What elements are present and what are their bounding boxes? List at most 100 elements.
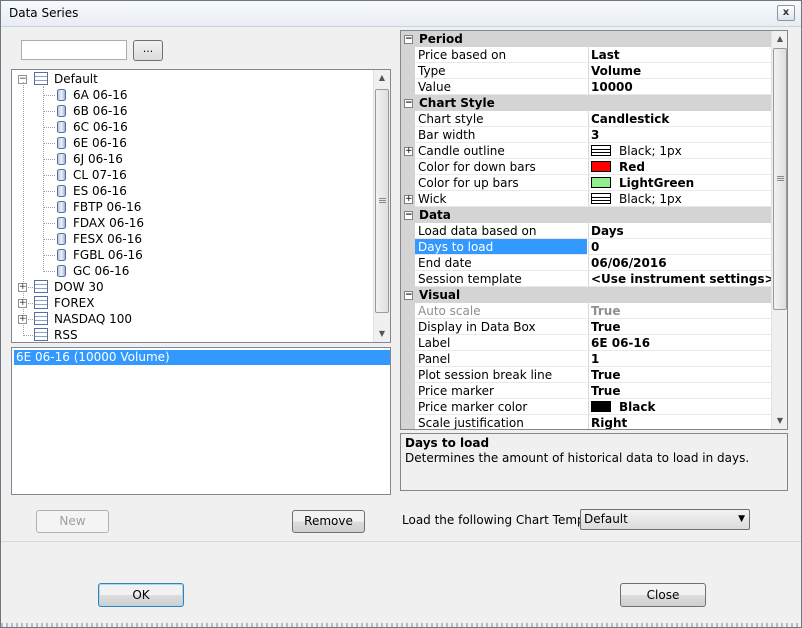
property-value[interactable]: Right — [588, 415, 771, 429]
property-row[interactable]: Scale justification Right — [401, 415, 771, 429]
tree-node-instrument[interactable]: FDAX 06-16 — [12, 215, 372, 231]
new-button[interactable]: New — [36, 510, 109, 533]
property-value[interactable]: Black — [588, 399, 771, 415]
property-value[interactable]: True — [588, 303, 771, 319]
tree-node-group[interactable]: + DOW 30 — [12, 279, 372, 295]
property-row[interactable]: Type Volume — [401, 63, 771, 79]
property-value[interactable]: Red — [588, 159, 771, 175]
instrument-search-input[interactable] — [21, 40, 127, 60]
property-value[interactable]: 1 — [588, 351, 771, 367]
property-value[interactable]: Days — [588, 223, 771, 239]
property-name[interactable]: Panel — [415, 351, 587, 367]
expand-icon[interactable]: + — [18, 283, 27, 292]
tree-scroll-thumb[interactable] — [375, 89, 389, 313]
property-row[interactable]: Label 6E 06-16 — [401, 335, 771, 351]
tree-node-default[interactable]: − Default — [12, 71, 372, 87]
property-row[interactable]: + Wick Black; 1px — [401, 191, 771, 207]
tree-node-instrument[interactable]: 6E 06-16 — [12, 135, 372, 151]
tree-node-instrument[interactable]: GC 06-16 — [12, 263, 372, 279]
scroll-down-arrow-icon[interactable]: ▼ — [374, 326, 390, 342]
collapse-icon[interactable]: − — [404, 291, 413, 300]
tree-node-group[interactable]: + FOREX — [12, 295, 372, 311]
property-grid[interactable]: − Period Price based on Last Type Volume Value… — [400, 30, 788, 430]
property-value[interactable]: True — [588, 319, 771, 335]
property-value[interactable]: Last — [588, 47, 771, 63]
property-row[interactable]: Bar width 3 — [401, 127, 771, 143]
property-name[interactable]: Price marker color — [415, 399, 587, 415]
property-row[interactable]: Chart style Candlestick — [401, 111, 771, 127]
title-bar[interactable]: Data Series x — [1, 1, 801, 27]
browse-instruments-button[interactable]: ... — [133, 40, 163, 61]
property-name[interactable]: Display in Data Box — [415, 319, 587, 335]
collapse-icon[interactable]: − — [404, 99, 413, 108]
remove-button[interactable]: Remove — [292, 510, 365, 533]
resize-grip[interactable] — [1, 623, 801, 627]
property-value[interactable]: 06/06/2016 — [588, 255, 771, 271]
property-name[interactable]: Color for up bars — [415, 175, 587, 191]
tree-scrollbar[interactable]: ▲ ▼ — [373, 70, 390, 342]
property-row[interactable]: Price based on Last — [401, 47, 771, 63]
scroll-up-arrow-icon[interactable]: ▲ — [374, 70, 390, 86]
property-row[interactable]: Panel 1 — [401, 351, 771, 367]
property-row[interactable]: Days to load 0 — [401, 239, 771, 255]
property-name[interactable]: Label — [415, 335, 587, 351]
property-name[interactable]: Price marker — [415, 383, 587, 399]
scroll-down-arrow-icon[interactable]: ▼ — [772, 413, 787, 429]
ok-button[interactable]: OK — [98, 583, 184, 607]
property-row[interactable]: Load data based on Days — [401, 223, 771, 239]
tree-node-instrument[interactable]: 6J 06-16 — [12, 151, 372, 167]
property-value[interactable]: True — [588, 383, 771, 399]
property-name[interactable]: Auto scale — [415, 303, 587, 319]
property-name[interactable]: Wick — [415, 191, 587, 207]
tree-node-instrument[interactable]: FGBL 06-16 — [12, 247, 372, 263]
collapse-icon[interactable]: − — [404, 35, 413, 44]
property-name[interactable]: Plot session break line — [415, 367, 587, 383]
property-row[interactable]: Color for up bars LightGreen — [401, 175, 771, 191]
expand-icon[interactable]: + — [18, 315, 27, 324]
property-row[interactable]: Value 10000 — [401, 79, 771, 95]
tree-node-group[interactable]: + NASDAQ 100 — [12, 311, 372, 327]
tree-node-group[interactable]: RSS — [12, 327, 372, 342]
collapse-icon[interactable]: − — [404, 211, 413, 220]
tree-node-instrument[interactable]: FBTP 06-16 — [12, 199, 372, 215]
property-name[interactable]: Session template — [415, 271, 587, 287]
property-name[interactable]: Type — [415, 63, 587, 79]
tree-node-instrument[interactable]: FESX 06-16 — [12, 231, 372, 247]
property-row[interactable]: Session template <Use instrument settings… — [401, 271, 771, 287]
property-name[interactable]: Chart style — [415, 111, 587, 127]
property-value[interactable]: <Use instrument settings> — [588, 271, 771, 287]
property-value[interactable]: 0 — [588, 239, 771, 255]
tree-node-instrument[interactable]: ES 06-16 — [12, 183, 372, 199]
expand-icon[interactable]: + — [404, 195, 413, 204]
expand-icon[interactable]: + — [404, 147, 413, 156]
property-name[interactable]: Price based on — [415, 47, 587, 63]
property-row[interactable]: Color for down bars Red — [401, 159, 771, 175]
tree-node-instrument[interactable]: 6A 06-16 — [12, 87, 372, 103]
property-row[interactable]: Display in Data Box True — [401, 319, 771, 335]
close-button[interactable]: Close — [620, 583, 706, 607]
series-list-item[interactable]: 6E 06-16 (10000 Volume) — [14, 350, 390, 365]
close-window-button[interactable]: x — [777, 5, 795, 21]
property-name[interactable]: End date — [415, 255, 587, 271]
property-row[interactable]: Auto scale True — [401, 303, 771, 319]
tree-node-instrument[interactable]: CL 07-16 — [12, 167, 372, 183]
property-row[interactable]: End date 06/06/2016 — [401, 255, 771, 271]
property-value[interactable]: 3 — [588, 127, 771, 143]
property-name[interactable]: Bar width — [415, 127, 587, 143]
expand-icon[interactable]: + — [18, 299, 27, 308]
chart-template-select[interactable]: Default ▼ — [580, 509, 750, 530]
property-name[interactable]: Scale justification — [415, 415, 587, 429]
property-scrollbar[interactable]: ▲ ▼ — [771, 31, 787, 429]
property-category[interactable]: − Visual — [401, 287, 771, 303]
property-value[interactable]: LightGreen — [588, 175, 771, 191]
property-row[interactable]: Plot session break line True — [401, 367, 771, 383]
property-row[interactable]: Price marker True — [401, 383, 771, 399]
tree-node-instrument[interactable]: 6C 06-16 — [12, 119, 372, 135]
tree-node-instrument[interactable]: 6B 06-16 — [12, 103, 372, 119]
property-value[interactable]: Candlestick — [588, 111, 771, 127]
scroll-up-arrow-icon[interactable]: ▲ — [772, 31, 787, 47]
property-scroll-thumb[interactable] — [773, 48, 787, 310]
property-row[interactable]: Price marker color Black — [401, 399, 771, 415]
property-value[interactable]: True — [588, 367, 771, 383]
property-name[interactable]: Candle outline — [415, 143, 587, 159]
